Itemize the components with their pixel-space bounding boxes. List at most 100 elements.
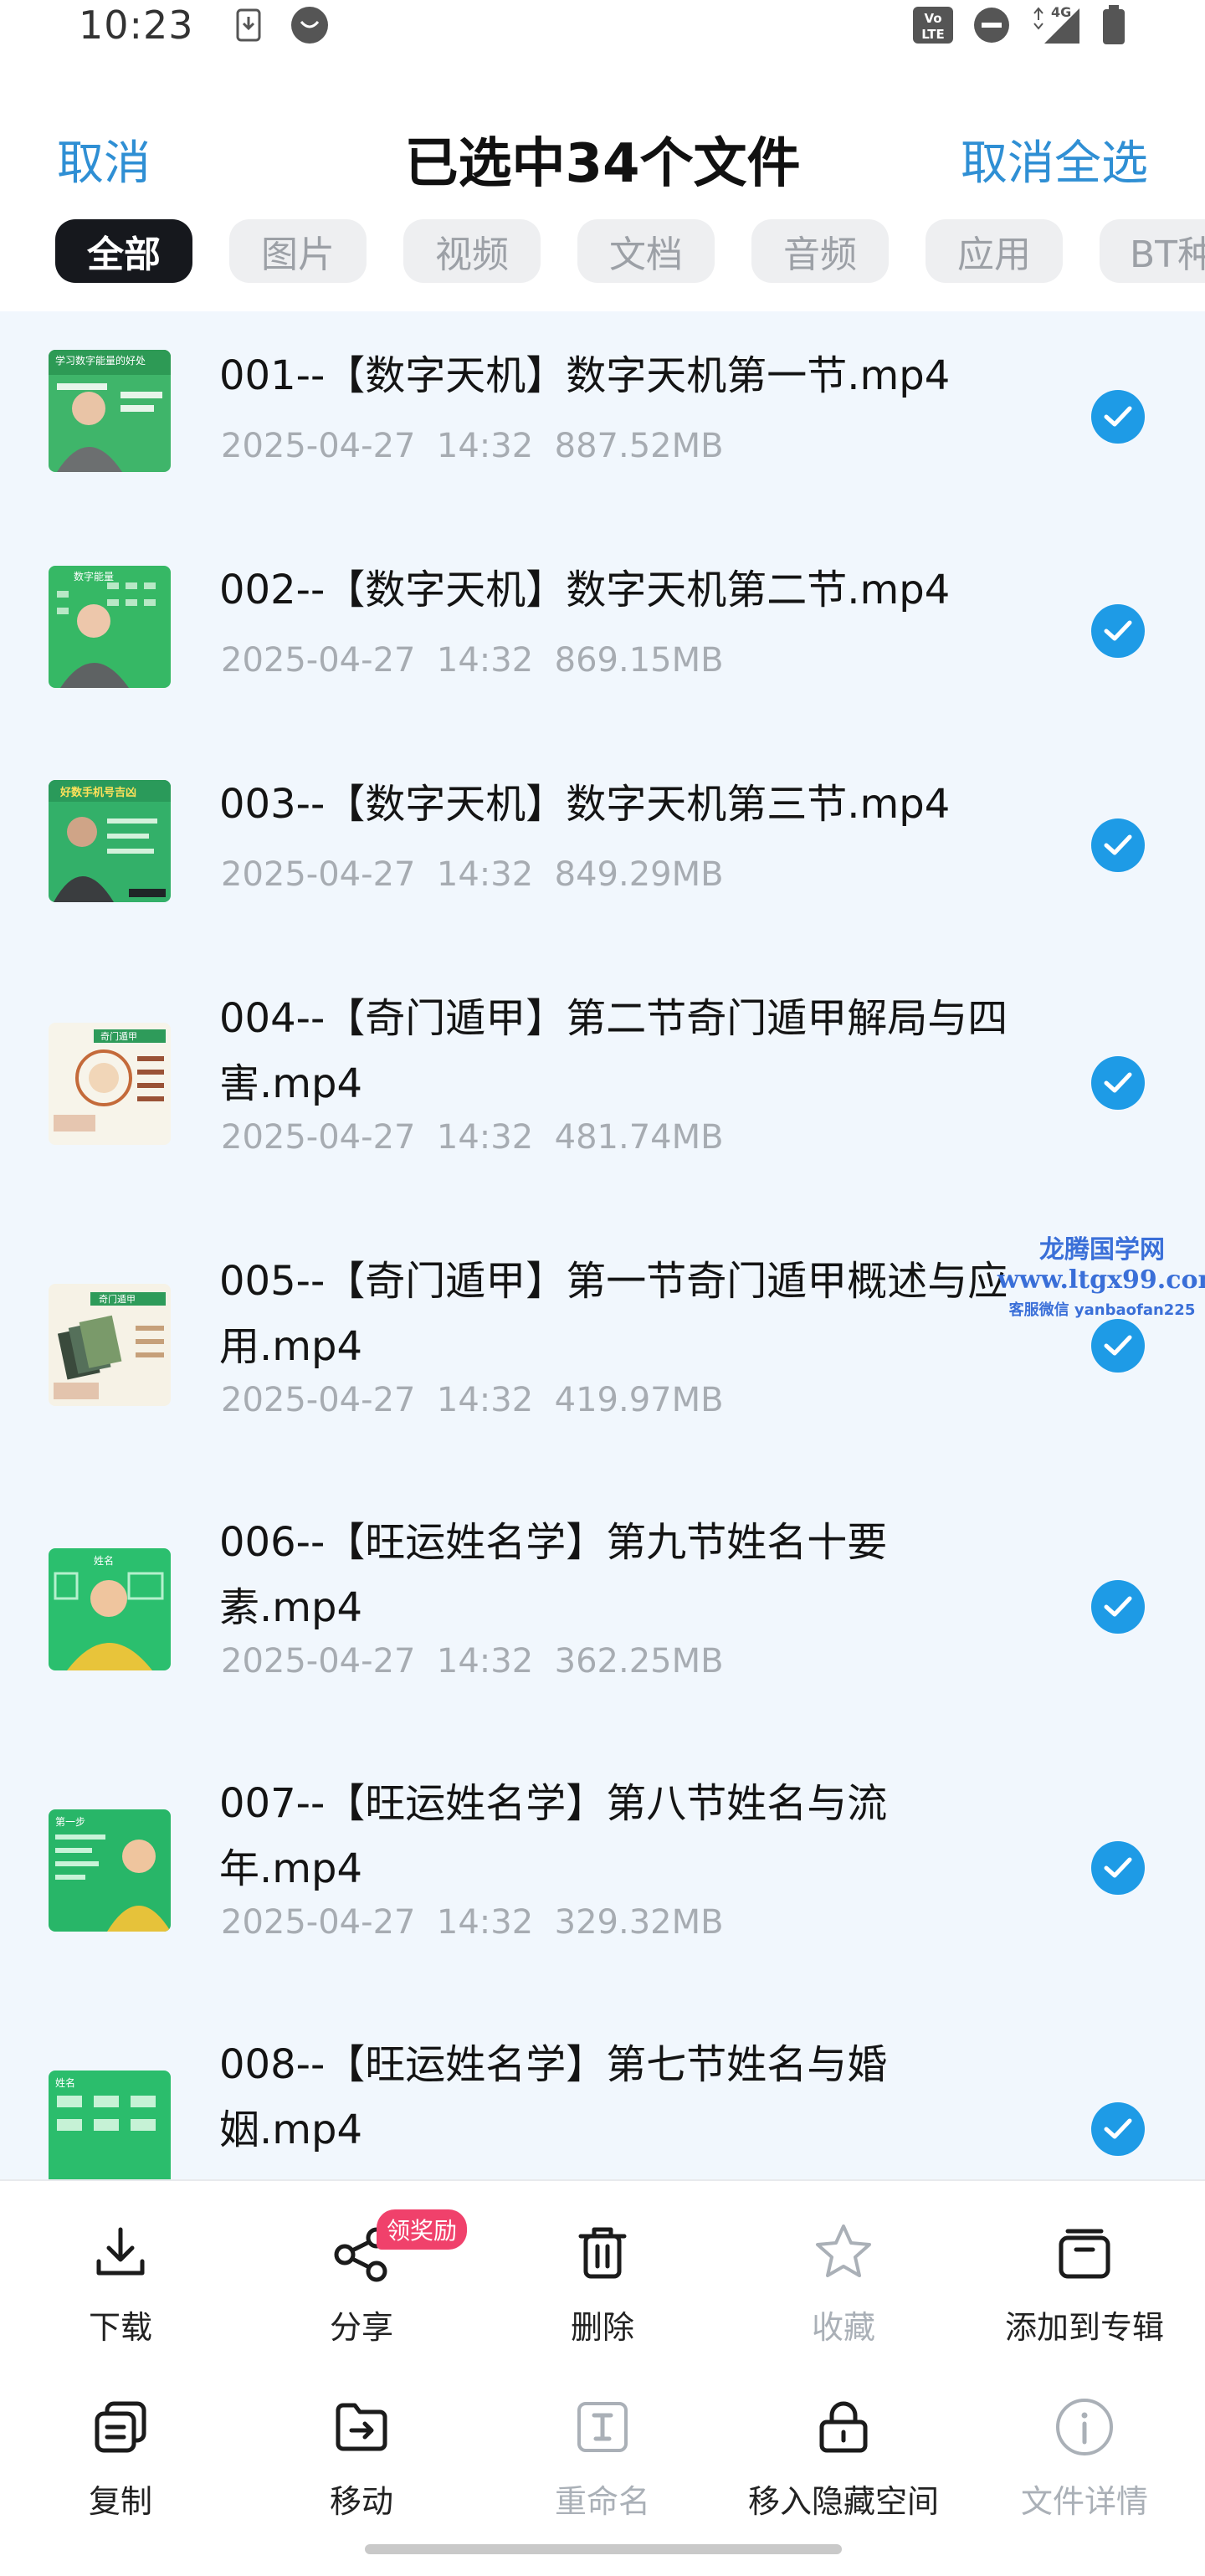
move-label: 移动 [329, 2483, 393, 2520]
file-size: 887.52MB [554, 427, 724, 465]
file-date: 2025-04-27 [221, 1381, 416, 1419]
file-time: 14:32 [436, 1642, 534, 1681]
reward-badge: 领奖励 [377, 2209, 468, 2250]
share-button[interactable]: 分享 领奖励 [253, 2209, 470, 2348]
thumbnail-caption: 好数手机号吉凶 [60, 787, 137, 799]
file-name: 004--【奇门遁甲】第二节奇门遁甲解局与四害.mp4 [219, 995, 1008, 1107]
tab-bt[interactable]: BT种 [1100, 219, 1205, 283]
file-meta: 2025-04-27 14:32 887.52MB [221, 427, 724, 465]
list-item[interactable]: 第一步 007--【旺运姓名学】第八节姓名与流年.mp4 2025-04-27 … [0, 1737, 1205, 1999]
file-meta: 2025-04-27 14:32 481.74MB [221, 1118, 724, 1157]
battery-icon [1101, 4, 1126, 46]
file-date: 2025-04-27 [221, 427, 416, 465]
file-meta: 2025-04-27 14:32 362.25MB [221, 1642, 724, 1681]
file-details-button[interactable]: 文件详情 [976, 2389, 1193, 2522]
move-button[interactable]: 移动 [253, 2389, 470, 2522]
trash-icon [572, 2223, 633, 2286]
move-to-hidden-space-button[interactable]: 移入隐藏空间 [735, 2389, 952, 2522]
star-icon [812, 2221, 875, 2288]
signal-4g-icon: 4G [1029, 5, 1083, 45]
file-time: 14:32 [436, 1903, 534, 1942]
status-time: 10:23 [79, 3, 194, 48]
file-size: 419.97MB [554, 1381, 724, 1419]
file-meta: 2025-04-27 14:32 849.29MB [221, 855, 724, 894]
download-button[interactable]: 下载 [12, 2214, 229, 2348]
tab-videos[interactable]: 视频 [403, 219, 541, 283]
list-item[interactable]: 数字能量 002--【数字天机】数字天机第二节.mp4 2025-04-27 1… [0, 524, 1205, 738]
status-bar: 10:23 Vo LTE 4G [0, 0, 1205, 50]
tab-apps[interactable]: 应用 [926, 219, 1063, 283]
video-thumbnail: 奇门遁甲 [49, 1284, 171, 1406]
watermark-url: www.ltgx99.com [997, 1265, 1205, 1295]
category-tabs: 全部 图片 视频 文档 音频 应用 BT种 [0, 219, 1205, 286]
file-date: 2025-04-27 [221, 1903, 416, 1942]
favorite-button[interactable]: 收藏 [735, 2214, 952, 2348]
file-size: 362.25MB [554, 1642, 724, 1681]
rename-label: 重命名 [554, 2483, 650, 2520]
selected-check-icon[interactable] [1091, 390, 1145, 444]
video-thumbnail: 数字能量 [49, 566, 171, 688]
video-thumbnail: 姓名 [49, 2071, 171, 2179]
list-item[interactable]: 好数手机号吉凶 003--【数字天机】数字天机第三节.mp4 2025-04-2… [0, 738, 1205, 952]
svg-text:4G: 4G [1051, 5, 1071, 20]
list-item[interactable]: 姓名 008--【旺运姓名学】第七节姓名与婚姻.mp4 [0, 1999, 1205, 2179]
list-item[interactable]: 学习数字能量的好处 001--【数字天机】数字天机第一节.mp4 2025-04… [0, 311, 1205, 524]
video-thumbnail: 姓名 [49, 1548, 171, 1670]
tab-images[interactable]: 图片 [229, 219, 367, 283]
selection-header: 取消 已选中34个文件 取消全选 [0, 100, 1205, 209]
home-indicator[interactable] [365, 2544, 842, 2554]
add-to-album-label: 添加到专辑 [1004, 2309, 1164, 2346]
copy-button[interactable]: 复制 [12, 2389, 229, 2522]
video-thumbnail: 第一步 [49, 1809, 171, 1932]
delete-button[interactable]: 删除 [494, 2214, 711, 2348]
thumbnail-caption: 数字能量 [74, 571, 115, 582]
lock-icon [813, 2397, 874, 2461]
file-time: 14:32 [436, 1118, 534, 1157]
file-name: 008--【旺运姓名学】第七节姓名与婚姻.mp4 [219, 2041, 888, 2153]
download-icon [90, 2223, 151, 2286]
file-meta: 2025-04-27 14:32 869.15MB [221, 641, 724, 680]
delete-label: 删除 [570, 2309, 634, 2346]
move-to-hidden-space-label: 移入隐藏空间 [747, 2483, 939, 2520]
file-size: 481.74MB [554, 1118, 724, 1157]
file-meta: 2025-04-27 14:32 419.97MB [221, 1381, 724, 1419]
video-thumbnail: 奇门遁甲 [49, 1023, 171, 1145]
thumbnail-caption: 奇门遁甲 [100, 1031, 137, 1042]
thumbnail-caption: 姓名 [55, 2077, 76, 2089]
tab-all[interactable]: 全部 [55, 219, 192, 283]
watermark-contact: 客服微信 yanbaofan225 [1008, 1301, 1196, 1319]
svg-text:Vo: Vo [924, 11, 941, 26]
list-item[interactable]: 姓名 006--【旺运姓名学】第九节姓名十要素.mp4 2025-04-27 1… [0, 1476, 1205, 1737]
rename-button[interactable]: 重命名 [494, 2389, 711, 2522]
add-to-album-button[interactable]: 添加到专辑 [976, 2214, 1193, 2348]
thumbnail-caption: 第一步 [55, 1816, 86, 1828]
file-name: 002--【数字天机】数字天机第二节.mp4 [219, 567, 951, 613]
thumbnail-caption: 学习数字能量的好处 [55, 355, 146, 367]
selected-check-icon[interactable] [1091, 1841, 1145, 1895]
video-thumbnail: 学习数字能量的好处 [49, 350, 171, 472]
file-details-label: 文件详情 [1020, 2483, 1148, 2520]
file-time: 14:32 [436, 641, 534, 680]
video-thumbnail: 好数手机号吉凶 [49, 780, 171, 902]
selected-check-icon[interactable] [1091, 818, 1145, 872]
thumbnail-caption: 奇门遁甲 [99, 1294, 136, 1305]
file-size: 849.29MB [554, 855, 724, 894]
selected-check-icon[interactable] [1091, 1056, 1145, 1110]
selected-check-icon[interactable] [1091, 1580, 1145, 1634]
selected-check-icon[interactable] [1091, 1319, 1145, 1373]
copy-icon [90, 2397, 151, 2461]
file-name: 003--【数字天机】数字天机第三节.mp4 [219, 781, 951, 828]
download-notification-icon [236, 8, 261, 42]
do-not-disturb-icon [972, 6, 1011, 44]
file-date: 2025-04-27 [221, 855, 416, 894]
tab-documents[interactable]: 文档 [577, 219, 715, 283]
deselect-all-button[interactable]: 取消全选 [961, 126, 1148, 193]
selected-check-icon[interactable] [1091, 604, 1145, 658]
file-name: 001--【数字天机】数字天机第一节.mp4 [219, 352, 951, 399]
copy-label: 复制 [88, 2483, 152, 2520]
list-item[interactable]: 奇门遁甲 004--【奇门遁甲】第二节奇门遁甲解局与四害.mp4 2025-04… [0, 952, 1205, 1215]
file-time: 14:32 [436, 1381, 534, 1419]
tab-audio[interactable]: 音频 [751, 219, 889, 283]
selected-check-icon[interactable] [1091, 2102, 1145, 2156]
action-panel: 下载 分享 领奖励 删除 收藏 添加到专辑 复制 移动 重命名 移入隐藏空间 文… [0, 2179, 1205, 2576]
